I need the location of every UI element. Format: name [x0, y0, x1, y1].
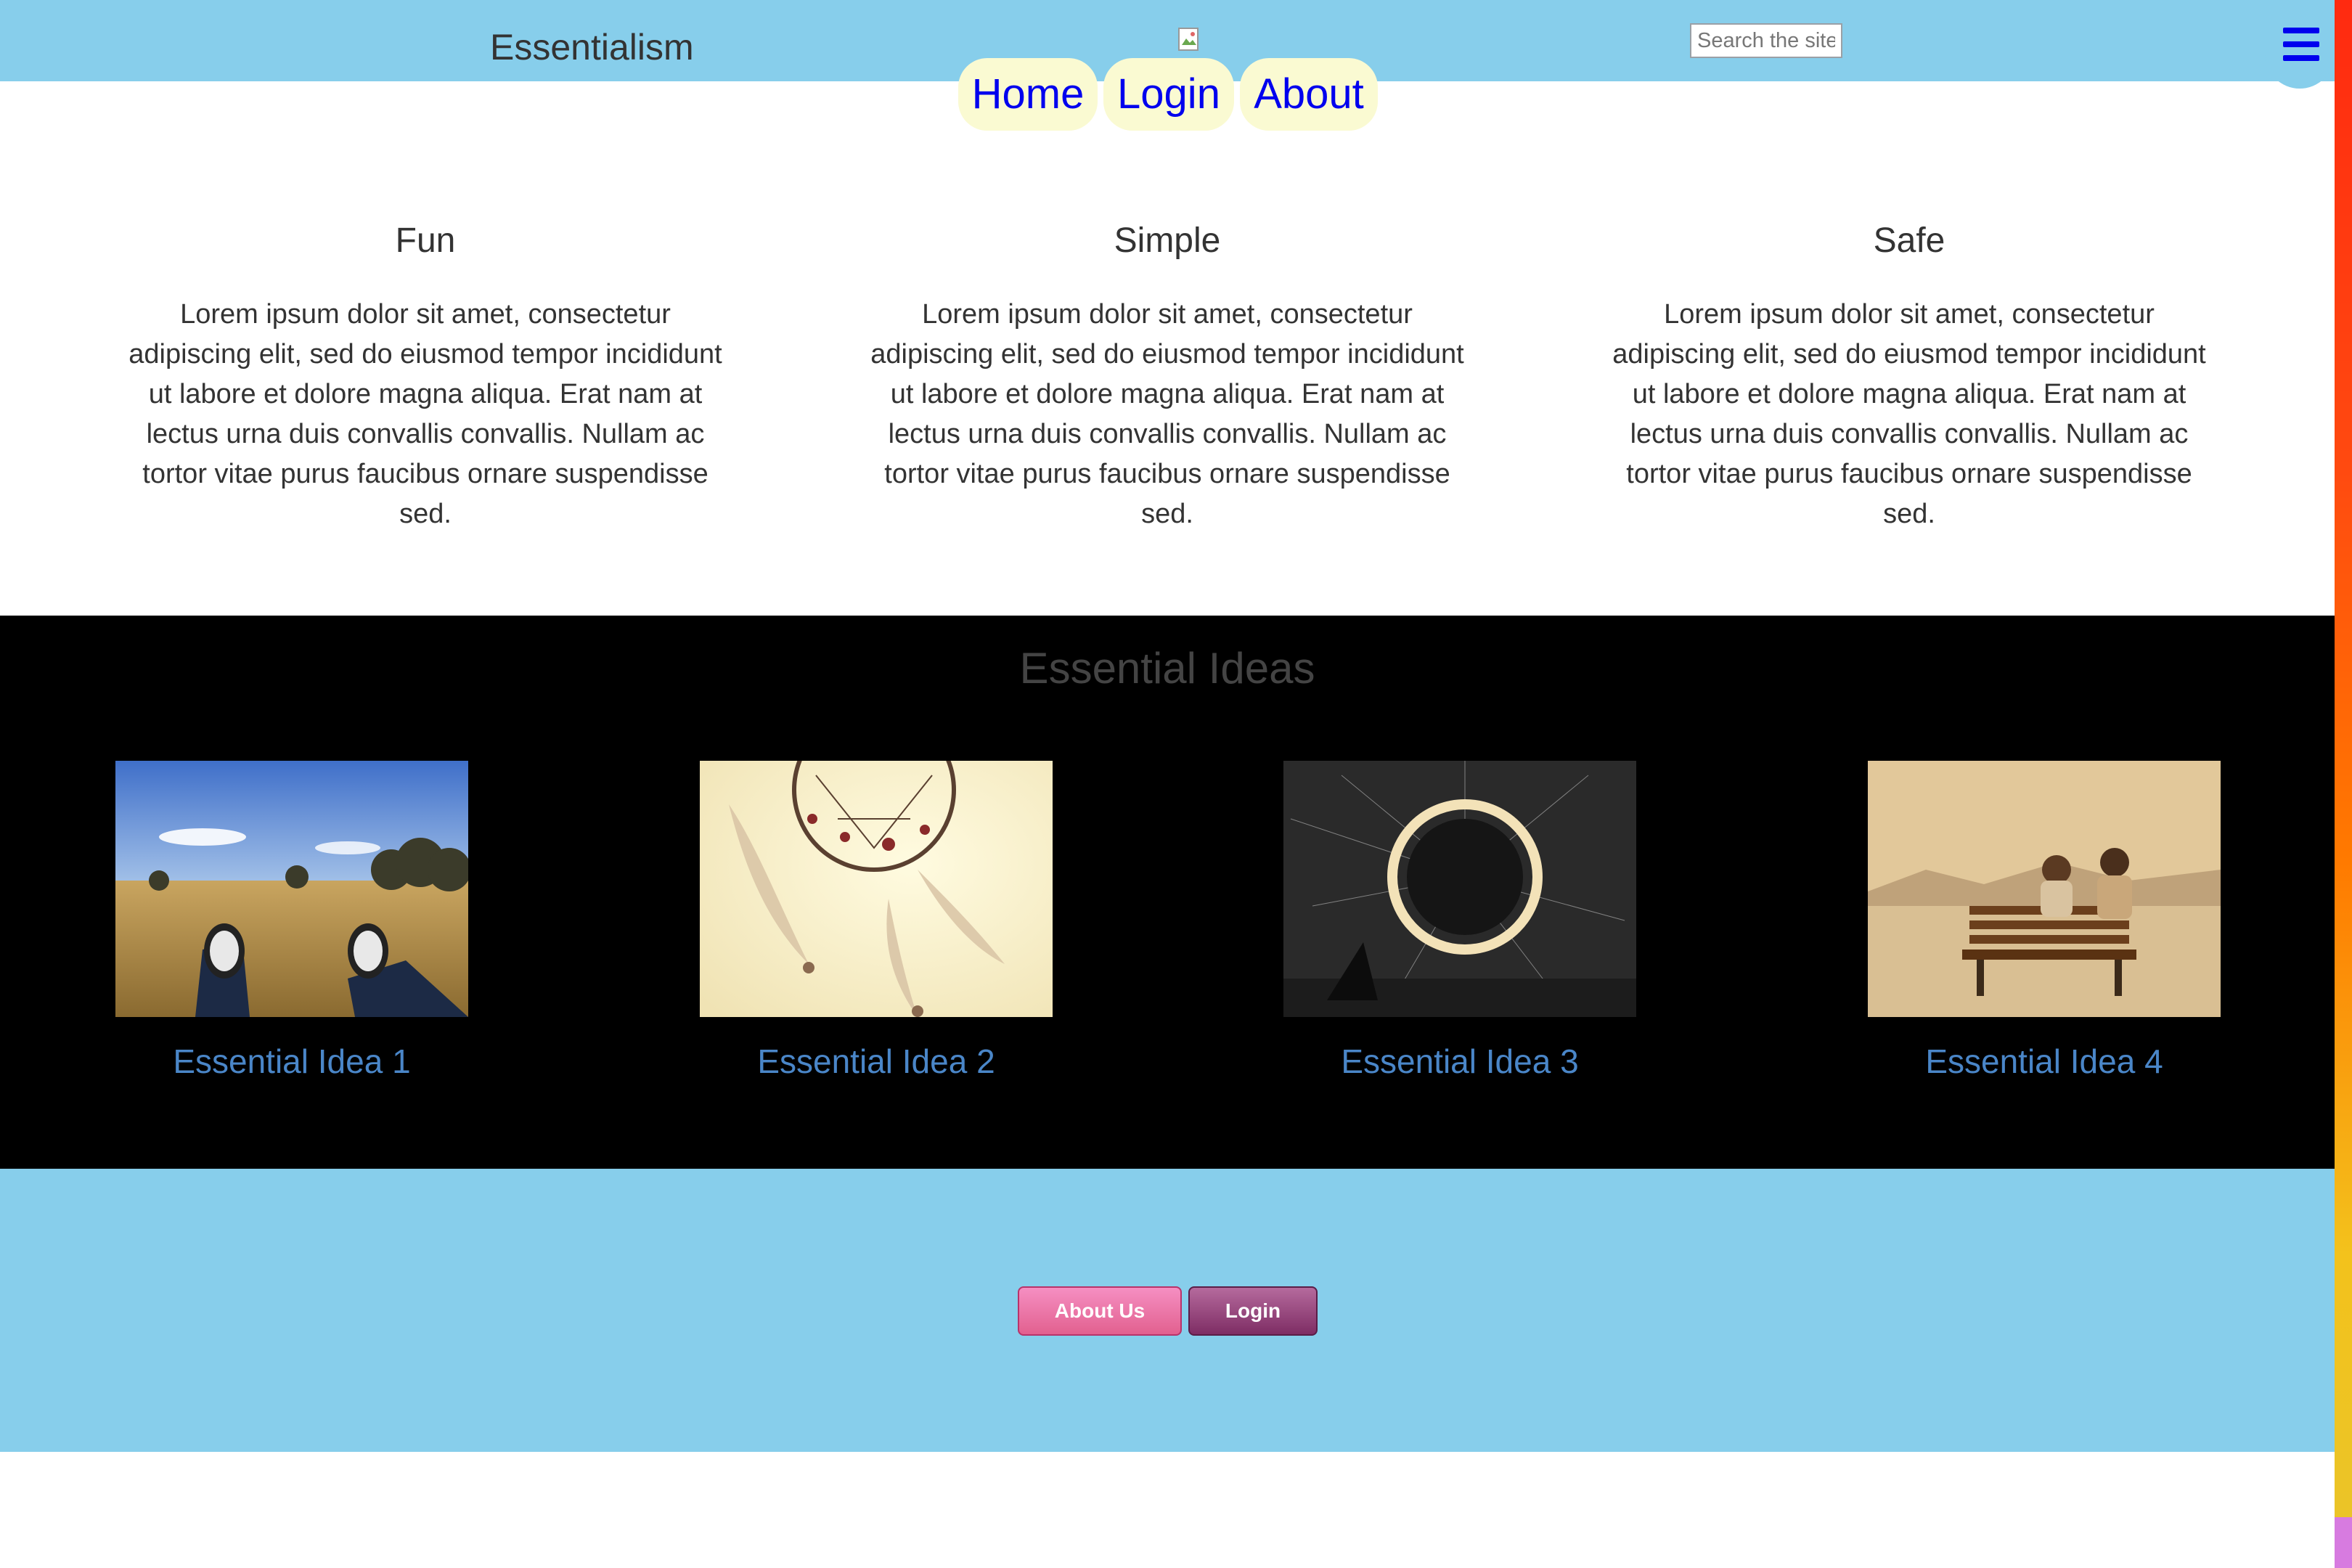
sneakers-on-grass-photo[interactable] [115, 761, 468, 1017]
idea-card[interactable]: Essential Idea 2 [700, 761, 1053, 1081]
feature-safe: Safe Lorem ipsum dolor sit amet, consect… [1601, 218, 2218, 534]
section-title: Essential Ideas [1019, 644, 1315, 693]
nav-about[interactable]: About [1240, 58, 1378, 131]
feature-text: Lorem ipsum dolor sit amet, consectetur … [128, 299, 722, 529]
idea-card[interactable]: Essential Idea 1 [115, 761, 468, 1081]
idea-link[interactable]: Essential Idea 4 [1868, 1042, 2221, 1081]
feature-simple: Simple Lorem ipsum dolor sit amet, conse… [859, 218, 1476, 534]
hamburger-menu-icon[interactable] [2283, 28, 2319, 62]
idea-card[interactable]: Essential Idea 4 [1868, 761, 2221, 1081]
feature-fun: Fun Lorem ipsum dolor sit amet, consecte… [117, 218, 734, 534]
idea-link[interactable]: Essential Idea 1 [115, 1042, 468, 1081]
feature-title: Simple [1114, 221, 1221, 260]
page: Essentialism Home Login About Fun Lorem … [0, 0, 2335, 1568]
search-input[interactable] [1690, 23, 1842, 58]
feature-title: Safe [1873, 221, 1945, 260]
login-button[interactable]: Login [1188, 1286, 1318, 1336]
feature-title: Fun [395, 221, 456, 260]
main-nav: Home Login About [0, 58, 2335, 131]
dreamcatcher-photo[interactable] [700, 761, 1053, 1017]
feature-text: Lorem ipsum dolor sit amet, consectetur … [1612, 299, 2206, 529]
about-us-button[interactable]: About Us [1018, 1286, 1182, 1336]
scrollbar-thumb[interactable] [2335, 1517, 2352, 1568]
steel-wool-light-ring-photo[interactable] [1283, 761, 1636, 1017]
idea-link[interactable]: Essential Idea 2 [700, 1042, 1053, 1081]
idea-link[interactable]: Essential Idea 3 [1283, 1042, 1636, 1081]
idea-card[interactable]: Essential Idea 3 [1283, 761, 1636, 1081]
vertical-scrollbar[interactable] [2335, 0, 2352, 1568]
feature-text: Lorem ipsum dolor sit amet, consectetur … [870, 299, 1464, 529]
broken-image-icon [1178, 28, 1199, 51]
nav-home[interactable]: Home [958, 58, 1098, 131]
couple-on-bench-photo[interactable] [1868, 761, 2221, 1017]
site-footer: About Us Login [0, 1169, 2335, 1452]
nav-login[interactable]: Login [1103, 58, 1234, 131]
essential-ideas-section: Essential Ideas Essential Idea 1 Essenti… [0, 616, 2335, 1169]
